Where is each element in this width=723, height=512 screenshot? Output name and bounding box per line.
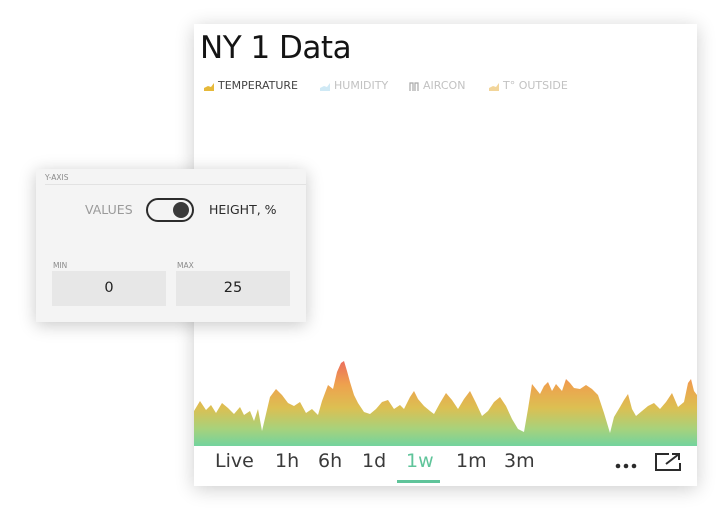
toggle-knob [173, 202, 189, 218]
tab-live[interactable]: Live [215, 450, 254, 472]
legend-label: HUMIDITY [334, 79, 389, 92]
legend-item-temperature[interactable]: TEMPERATURE [204, 79, 298, 92]
height-percent-option-label: HEIGHT, % [209, 202, 277, 217]
panel-title: Y-AXIS [45, 173, 69, 182]
legend-label: T° OUTSIDE [503, 79, 568, 92]
divider [45, 184, 306, 185]
tab-1d[interactable]: 1d [362, 450, 386, 472]
area-chart-icon [320, 81, 330, 91]
tab-1m[interactable]: 1m [456, 450, 487, 472]
legend-item-aircon[interactable]: AIRCON [409, 79, 465, 92]
temperature-area [194, 361, 697, 446]
area-chart-icon [489, 81, 499, 91]
tab-3m[interactable]: 3m [504, 450, 535, 472]
max-input[interactable]: 25 [176, 271, 290, 306]
max-label: MAX [177, 261, 194, 270]
legend-label: TEMPERATURE [218, 79, 298, 92]
tab-6h[interactable]: 6h [318, 450, 342, 472]
y-axis-mode-toggle[interactable] [146, 198, 194, 222]
min-label: MIN [53, 261, 68, 270]
widget-title: NY 1 Data [200, 30, 352, 66]
tab-1h[interactable]: 1h [275, 450, 299, 472]
temperature-area-chart [194, 361, 697, 446]
min-input[interactable]: 0 [52, 271, 166, 306]
external-link-icon[interactable] [654, 452, 682, 476]
active-tab-indicator [397, 480, 440, 483]
tab-1w[interactable]: 1w [406, 450, 434, 472]
y-axis-settings-panel: Y-AXIS VALUES HEIGHT, % MIN 0 MAX 25 [36, 169, 306, 322]
legend-label: AIRCON [423, 79, 466, 92]
step-chart-icon [409, 81, 419, 91]
y-axis-mode-row: VALUES HEIGHT, % [36, 197, 306, 223]
values-option-label: VALUES [85, 202, 133, 217]
area-chart-icon [204, 81, 214, 91]
more-horizontal-icon[interactable] [615, 456, 637, 475]
legend-item-humidity[interactable]: HUMIDITY [320, 79, 388, 92]
legend-item-t-outside[interactable]: T° OUTSIDE [489, 79, 568, 92]
time-range-tabs: Live 1h 6h 1d 1w 1m 3m [194, 446, 697, 486]
